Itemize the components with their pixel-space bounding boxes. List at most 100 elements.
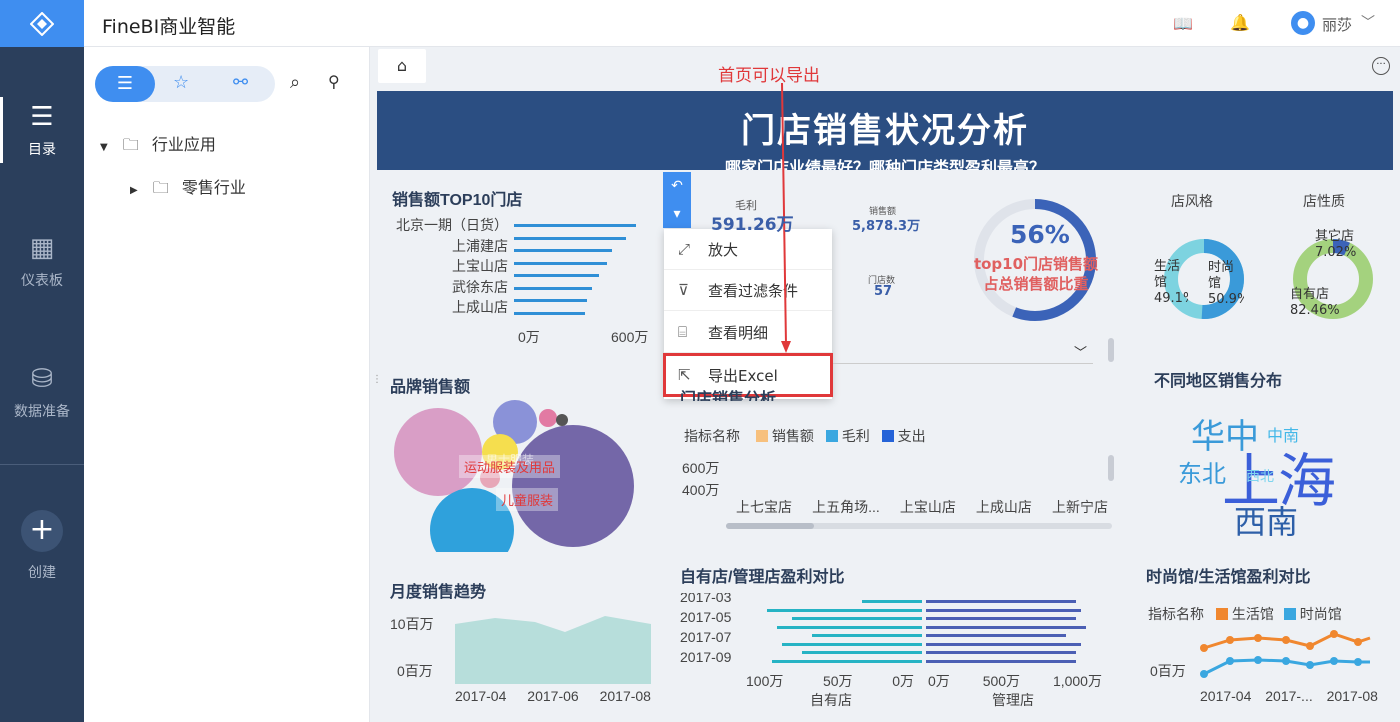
kpi-gross-value: 591.26万: [711, 215, 794, 235]
store-label: 武徐东店: [452, 278, 508, 295]
axis-label: 自有店: [810, 692, 852, 708]
home-tab[interactable]: ⌂: [378, 49, 426, 83]
own-store-bar: [862, 600, 922, 603]
user-name[interactable]: 丽莎: [1322, 14, 1352, 35]
filter-icon: ⊽: [678, 281, 689, 299]
tree-node-industry[interactable]: ▼ 🗀 行业应用: [100, 131, 216, 161]
folder-icon: 🗀: [122, 135, 139, 154]
slice-pct: 82.46%: [1290, 303, 1340, 318]
own-vs-mgmt-title: 自有店/管理店盈利对比: [680, 569, 845, 586]
word-xinan: 西南: [1234, 503, 1299, 541]
top-bar: FineBI商业智能 📖 🔔 ● 丽莎 ﹀: [84, 0, 1400, 47]
nav-dashboard-label: 仪表板: [21, 273, 63, 289]
star-icon[interactable]: ☆: [173, 72, 189, 93]
list-view-tab[interactable]: ☰: [95, 66, 155, 102]
nav-create[interactable]: + 创建: [0, 510, 84, 582]
axis-tick: 0万: [892, 673, 914, 689]
widget-toolbar: ↶ ▾: [663, 172, 691, 228]
style-chart-title: 店风格: [1171, 193, 1213, 209]
nature-label-bottom: 自有店 82.46%: [1290, 287, 1340, 319]
slice-label: 自有店: [1290, 287, 1330, 302]
top10-title: 销售额TOP10门店: [392, 192, 523, 209]
kpi-stores-value: 57: [874, 284, 893, 299]
own-store-bar: [802, 651, 922, 654]
dashboard-icon: ▦: [29, 233, 55, 263]
share-icon[interactable]: ⚯: [233, 72, 248, 93]
region-title: 不同地区销售分布: [1154, 373, 1283, 390]
undo-icon[interactable]: ↶: [663, 172, 691, 200]
tree-node-retail[interactable]: ▶ 🗀 零售行业: [130, 174, 246, 204]
fashion-life-line-chart: [1200, 630, 1371, 678]
view-switcher: ☰ ☆ ⚯: [95, 66, 275, 102]
mgmt-store-bar: [926, 625, 1086, 629]
drag-handle-icon[interactable]: ⋮: [372, 374, 382, 385]
vertical-scrollbar[interactable]: [1108, 338, 1114, 362]
axis-tick: 100万: [746, 673, 784, 689]
fashion-life-title: 时尚馆/生活馆盈利对比: [1146, 569, 1311, 586]
legend-swatch: [1215, 608, 1228, 620]
own-store-bar: [792, 617, 922, 620]
axis-tick: 0万: [928, 673, 950, 689]
butterfly-bars: [750, 598, 1090, 668]
own-store-bar: [777, 625, 922, 629]
mgmt-store-bar: [926, 651, 1076, 654]
axis-tick: 10百万: [390, 616, 434, 632]
legend-item: 生活馆: [1215, 606, 1274, 622]
mgmt-store-bar: [926, 634, 1066, 637]
dashboard-banner: 门店销售状况分析 哪家门店业绩最好？哪种门店类型盈利最高？: [377, 91, 1393, 170]
top10-bar: [514, 249, 612, 252]
legend-item: 销售额: [755, 428, 814, 444]
axis-tick: 2017-04: [455, 688, 507, 704]
top10-bar: [514, 311, 585, 315]
chevron-down-icon[interactable]: ﹀: [1361, 12, 1375, 32]
menu-zoom[interactable]: ⤢ 放大: [664, 229, 832, 270]
legend-swatch: [825, 430, 838, 442]
bubble-label: 儿童服装: [496, 488, 559, 511]
nav-dashboard[interactable]: ▦ 仪表板: [0, 234, 84, 290]
tree-node-label: 行业应用: [151, 135, 216, 154]
own-vs-mgmt-months: 2017-03 2017-05 2017-07 2017-09: [680, 593, 731, 673]
axis-tick: 50万: [822, 673, 853, 689]
menu-label: 导出Excel: [708, 366, 778, 385]
word-xibei: 西北: [1246, 469, 1274, 485]
brand-title: 品牌销售额: [390, 379, 471, 396]
database-icon: ⛁: [31, 364, 53, 394]
style-label-right: 时尚馆50.9%: [1208, 260, 1244, 308]
menu-view-detail[interactable]: ⌸ 查看明细: [664, 312, 832, 353]
axis-tick: 2017-08: [1326, 688, 1378, 704]
search-icon[interactable]: ⌕: [290, 72, 300, 93]
bell-icon[interactable]: 🔔: [1230, 13, 1250, 32]
banner-subtitle: 哪家门店业绩最好？哪种门店类型盈利最高？: [724, 158, 1045, 170]
top10-store-labels: 北京一期（日货） 上浦建店 上宝山店 武徐东店 上成山店: [392, 215, 508, 318]
annotation-text: 首页可以导出: [718, 66, 820, 86]
filter-dropdown[interactable]: ﹀: [833, 338, 1093, 364]
vertical-scrollbar[interactable]: [1108, 455, 1114, 481]
kpi-sales-value: 5,878.3万: [852, 219, 921, 234]
dropdown-icon[interactable]: ▾: [663, 200, 691, 228]
nav-data-prep[interactable]: ⛁ 数据准备: [0, 365, 84, 421]
banner-title: 门店销售状况分析: [741, 111, 1029, 151]
pin-icon[interactable]: ⚲: [328, 72, 340, 91]
avatar[interactable]: ●: [1291, 11, 1315, 35]
own-store-bar: [767, 608, 922, 612]
top10-bar: [514, 286, 593, 290]
axis-tick: 2017-08: [599, 688, 651, 704]
nav-directory[interactable]: ☰ 目录: [0, 97, 84, 163]
slice-label: 生活馆: [1154, 259, 1181, 290]
horizontal-scrollbar[interactable]: [726, 523, 1112, 529]
app-logo[interactable]: [0, 0, 84, 47]
store-label: 北京一期（日货）: [396, 217, 508, 233]
left-nav: ☰ 目录 ▦ 仪表板 ⛁ 数据准备 + 创建: [0, 0, 84, 722]
scrollbar-thumb[interactable]: [726, 523, 814, 529]
book-icon[interactable]: 📖: [1173, 14, 1193, 33]
store-sales-legend: 指标名称 销售额 毛利 支出: [684, 426, 926, 446]
legend-item: 时尚馆: [1283, 606, 1342, 622]
legend-label: 毛利: [841, 428, 870, 444]
more-icon[interactable]: ···: [1372, 57, 1390, 75]
menu-view-filter[interactable]: ⊽ 查看过滤条件: [664, 270, 832, 311]
legend-item: 毛利: [825, 428, 870, 444]
axis-tick: 2017-...: [1265, 688, 1313, 704]
axis-tick: 0百万: [397, 663, 433, 679]
own-store-bar: [782, 642, 922, 646]
right-axis: 0万 500万 1,000万: [928, 671, 1102, 691]
